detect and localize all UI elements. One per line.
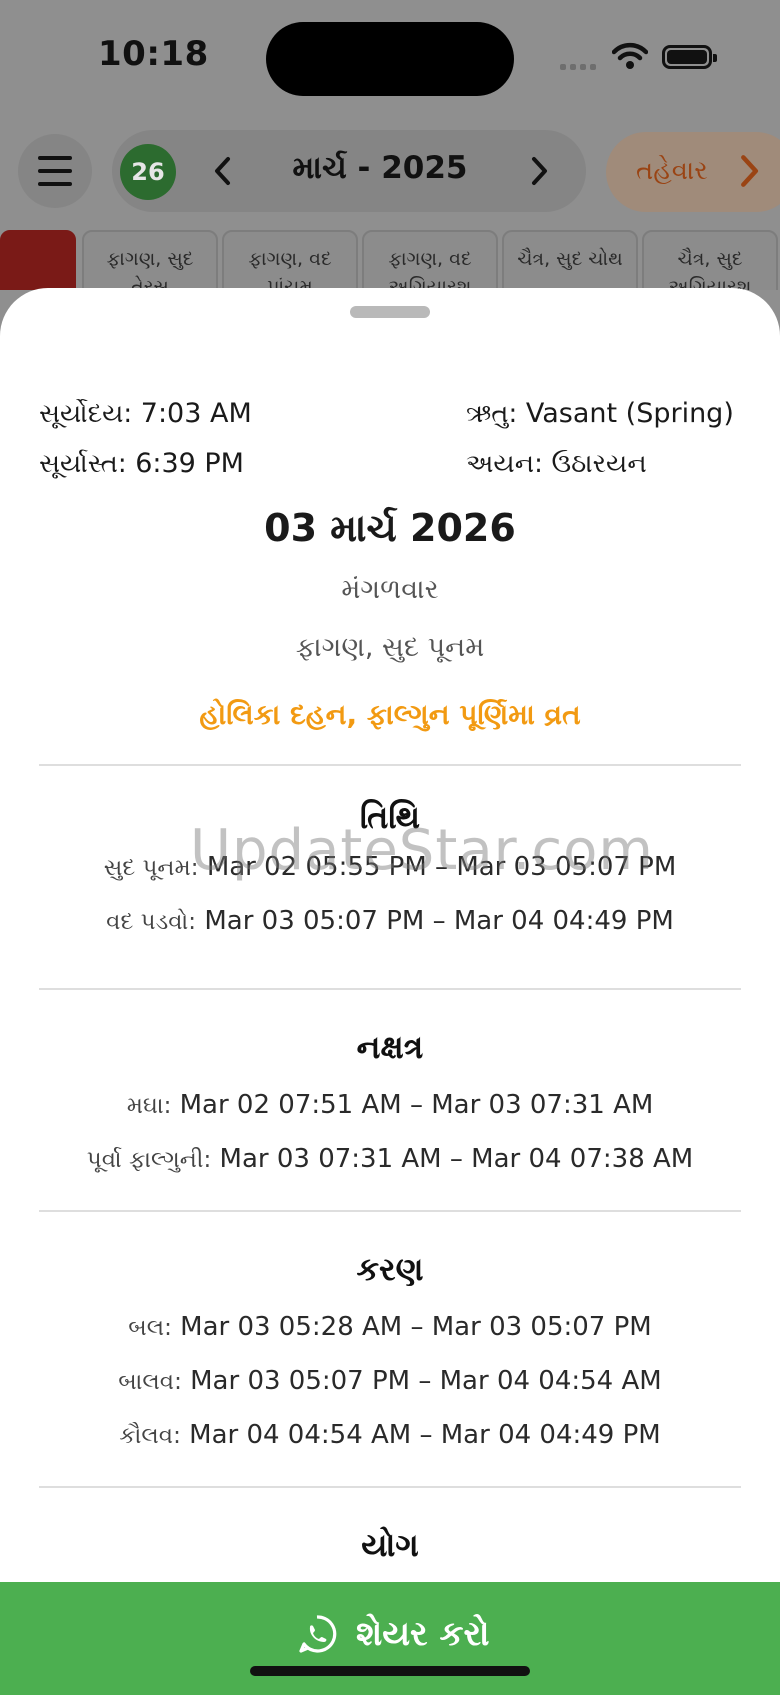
- sunrise-value: 7:03 AM: [140, 398, 252, 429]
- month-title: માર્ચ - 2025: [292, 150, 468, 186]
- share-button-content: શેયર કરો: [296, 1604, 490, 1664]
- day-cell-label: ફાગણ, વદ: [248, 248, 332, 270]
- day-detail-sheet: સૂર્યોદય: 7:03 AM સૂર્યાસ્ત: 6:39 PM ઋતુ…: [0, 288, 780, 1695]
- karan-row-value: Mar 03 05:07 PM – Mar 04 04:54 AM: [190, 1366, 662, 1396]
- chevron-right-icon[interactable]: [522, 154, 556, 188]
- karan-row: બલ: Mar 03 05:28 AM – Mar 03 05:07 PM: [0, 1312, 780, 1342]
- karan-row-value: Mar 04 04:54 AM – Mar 04 04:49 PM: [189, 1420, 661, 1450]
- tithi-row-value: Mar 02 05:55 PM – Mar 03 05:07 PM: [206, 852, 677, 882]
- divider: [39, 764, 741, 766]
- day-cell[interactable]: [0, 230, 76, 290]
- karan-row-name: બાલવ:: [118, 1369, 182, 1395]
- sheet-grabber[interactable]: [350, 306, 430, 318]
- nakshatra-row-value: Mar 03 07:31 AM – Mar 04 07:38 AM: [219, 1144, 694, 1174]
- karan-row-name: બલ:: [128, 1315, 172, 1341]
- day-cell[interactable]: ફાગણ, સુદ તેરસ: [82, 230, 218, 290]
- dynamic-island: [266, 22, 514, 96]
- wifi-icon: [611, 42, 649, 70]
- nakshatra-row: પૂર્વા ફાલ્ગુની: Mar 03 07:31 AM – Mar 0…: [0, 1144, 780, 1174]
- month-nav: 26 માર્ચ - 2025 તહેવાર: [0, 128, 780, 218]
- nakshatra-row: મઘા: Mar 02 07:51 AM – Mar 03 07:31 AM: [0, 1090, 780, 1120]
- day-cell-label: ફાગણ, સુદ: [106, 248, 194, 270]
- yog-section-title: યોગ: [361, 1526, 419, 1564]
- sunset-value: 6:39 PM: [135, 448, 244, 479]
- festival-summary: હોલિકા દહન, ફાલ્ગુન પૂર્ણિમા વ્રત: [199, 698, 581, 731]
- tithi-row: વદ પડવો: Mar 03 05:07 PM – Mar 04 04:49 …: [0, 906, 780, 936]
- home-indicator: [250, 1666, 530, 1676]
- status-bar: 10:18: [0, 0, 780, 116]
- tithi-row-name: વદ પડવો:: [106, 909, 197, 935]
- day-cell-label: ચૈત્ર, સુદ ચોથ: [517, 248, 623, 270]
- day-cell[interactable]: ફાગણ, વદ પાંચમ: [222, 230, 358, 290]
- weekday-label: મંગળવાર: [341, 574, 439, 605]
- season-info: ઋતુ: Vasant (Spring): [466, 398, 734, 430]
- festival-button[interactable]: તહેવાર: [606, 132, 780, 212]
- nakshatra-row-value: Mar 02 07:51 AM – Mar 03 07:31 AM: [179, 1090, 654, 1120]
- day-cell[interactable]: ચૈત્ર, સુદ અગિયારશ: [642, 230, 778, 290]
- sunset-label: સૂર્યાસ્ત:: [39, 449, 127, 479]
- whatsapp-icon: [299, 1615, 337, 1653]
- status-time: 10:18: [98, 34, 209, 74]
- nakshatra-row-name: મઘા:: [126, 1093, 172, 1119]
- nakshatra-row-name: પૂર્વા ફાલ્ગુની:: [86, 1147, 212, 1173]
- divider: [39, 1486, 741, 1488]
- share-button-label: શેયર કરો: [356, 1614, 490, 1654]
- menu-button[interactable]: [18, 134, 92, 208]
- sunset-info: સૂર્યાસ્ત: 6:39 PM: [39, 448, 244, 480]
- chevron-right-icon: [741, 155, 759, 187]
- sunrise-info: સૂર્યોદય: 7:03 AM: [39, 398, 252, 430]
- karan-row-value: Mar 03 05:28 AM – Mar 03 05:07 PM: [180, 1312, 652, 1342]
- day-cell-label: ચૈત્ર, સુદ: [677, 248, 743, 270]
- karan-section-title: કરણ: [356, 1250, 424, 1288]
- today-badge[interactable]: 26: [120, 144, 176, 200]
- sunrise-label: સૂર્યોદય:: [39, 399, 133, 429]
- day-strip: ફાગણ, સુદ તેરસ ફાગણ, વદ પાંચમ ફાગણ, વદ અ…: [0, 230, 780, 290]
- karan-row-name: કૌલવ:: [119, 1423, 181, 1449]
- divider: [39, 988, 741, 990]
- tithi-row-value: Mar 03 05:07 PM – Mar 04 04:49 PM: [204, 906, 674, 936]
- cellular-signal-icon: [560, 56, 600, 70]
- festival-button-label: તહેવાર: [636, 156, 708, 186]
- tithi-row: સુદ પૂનમ: Mar 02 05:55 PM – Mar 03 05:07…: [0, 852, 780, 882]
- season-value: Vasant (Spring): [525, 398, 734, 429]
- battery-icon: [662, 45, 717, 69]
- tithi-row-name: સુદ પૂનમ:: [103, 855, 199, 881]
- tithi-section-title: તિથિ: [359, 798, 421, 836]
- karan-row: બાલવ: Mar 03 05:07 PM – Mar 04 04:54 AM: [0, 1366, 780, 1396]
- day-cell[interactable]: ચૈત્ર, સુદ ચોથ: [502, 230, 638, 290]
- ayana-value: ઉઠારયન: [551, 449, 647, 479]
- karan-row: કૌલવ: Mar 04 04:54 AM – Mar 04 04:49 PM: [0, 1420, 780, 1450]
- menu-icon: [38, 156, 72, 160]
- chevron-left-icon[interactable]: [206, 154, 240, 188]
- ayana-label: અયન:: [466, 449, 543, 479]
- nakshatra-section-title: નક્ષત્ર: [356, 1028, 424, 1066]
- share-button[interactable]: શેયર કરો: [0, 1582, 780, 1695]
- date-title: 03 માર્ચ 2026: [264, 506, 516, 550]
- day-cell[interactable]: ફાગણ, વદ અગિયારશ: [362, 230, 498, 290]
- divider: [39, 1210, 741, 1212]
- day-cell-label: ફાગણ, વદ: [388, 248, 472, 270]
- tithi-summary: ફાગણ, સુદ પૂનમ: [295, 632, 485, 663]
- season-label: ઋતુ:: [466, 399, 518, 429]
- ayana-info: અયન: ઉઠારયન: [466, 448, 647, 480]
